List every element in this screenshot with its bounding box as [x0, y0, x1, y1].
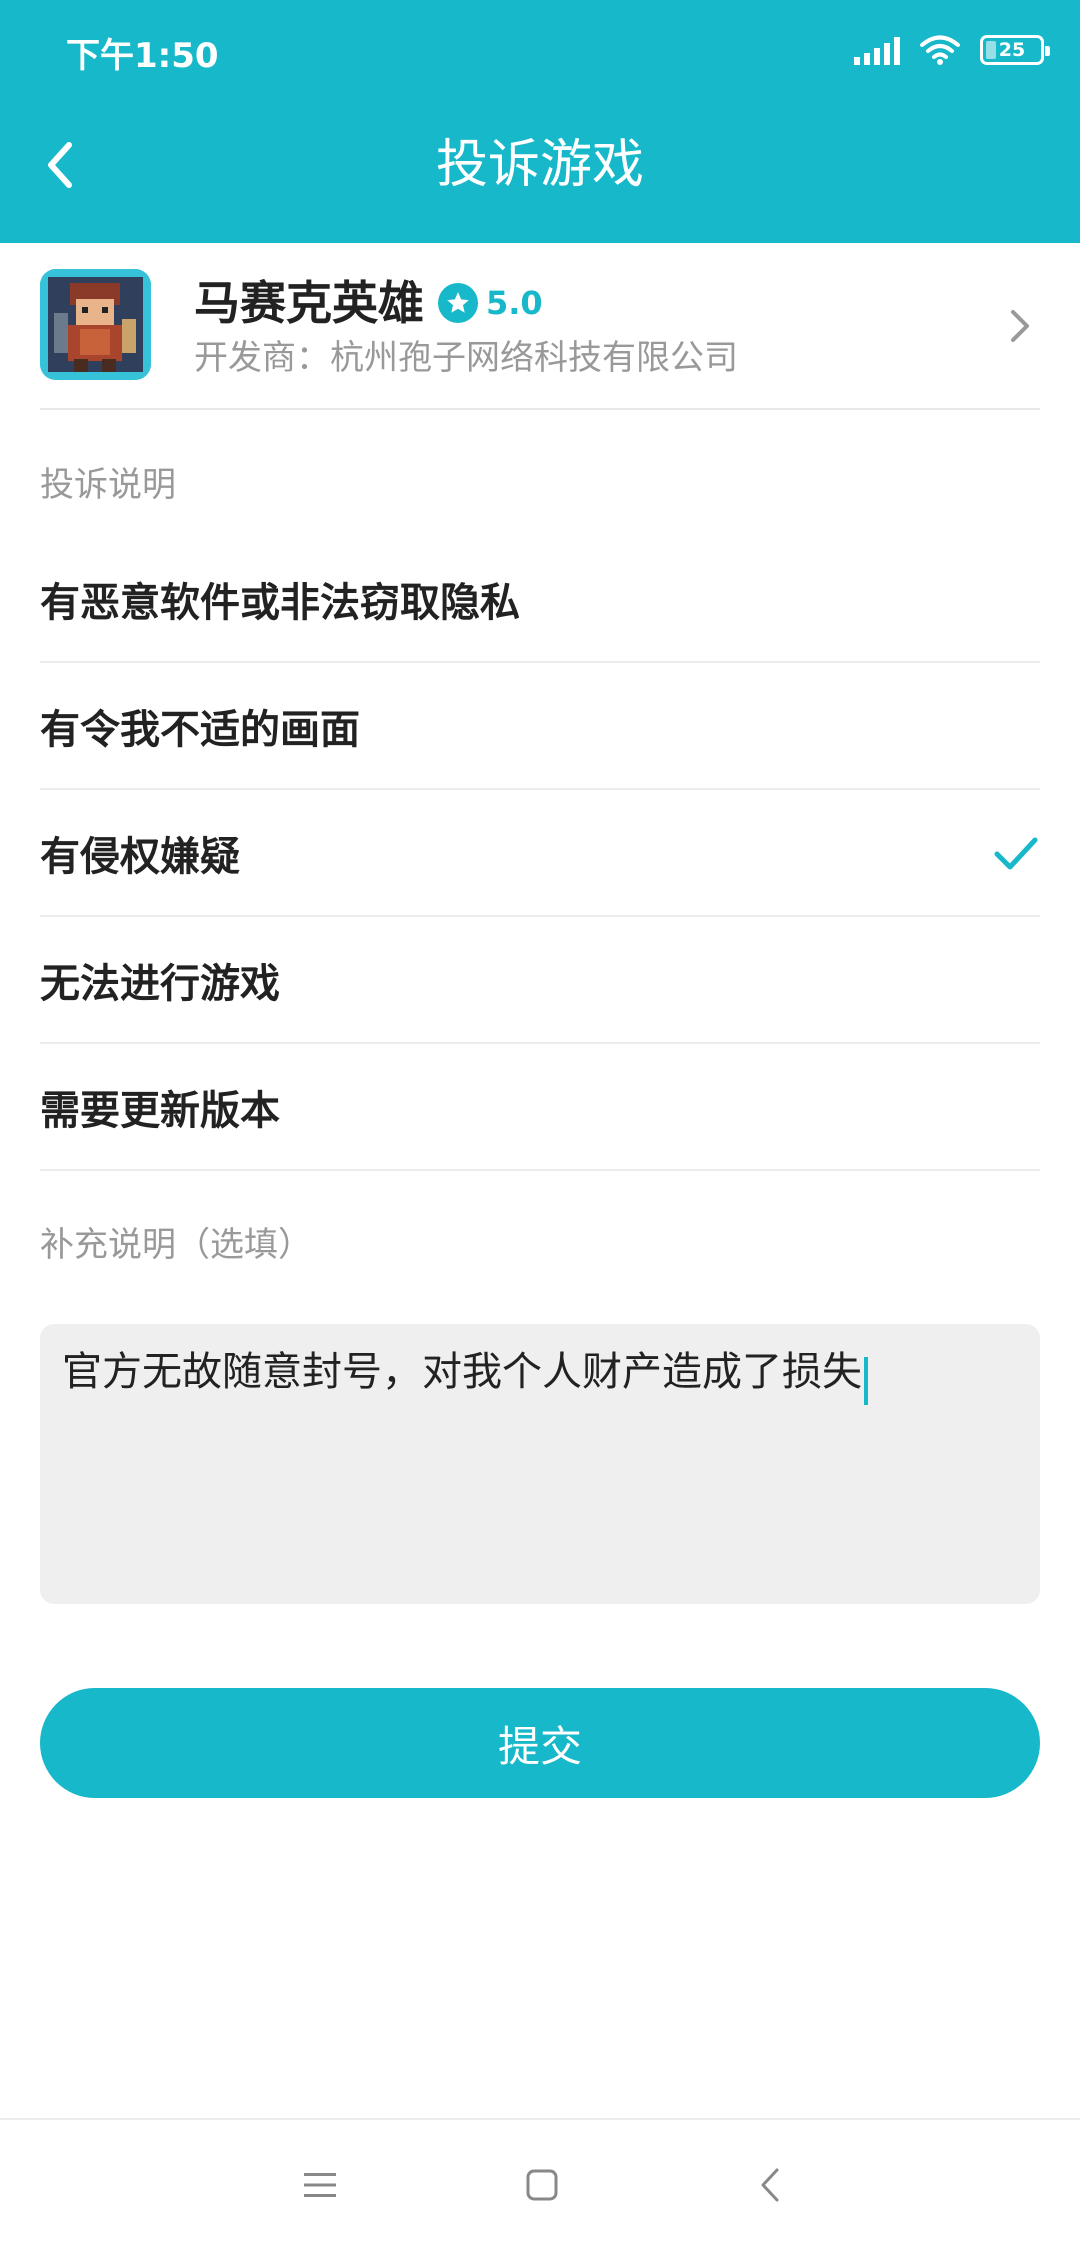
wifi-icon: [920, 35, 960, 65]
game-name: 马赛克英雄: [194, 276, 424, 330]
reason-label: 有侵权嫌疑: [40, 833, 240, 880]
check-icon: [994, 837, 1038, 870]
game-info-card[interactable]: 马赛克英雄 5.0 开发商：杭州孢子网络科技有限公司: [40, 243, 1040, 410]
reason-item-needs-update[interactable]: 需要更新版本: [40, 1044, 1040, 1171]
reason-item-cannot-play[interactable]: 无法进行游戏: [40, 917, 1040, 1044]
chevron-right-icon: [1000, 301, 1040, 351]
reason-label: 无法进行游戏: [40, 960, 280, 1007]
system-back-button[interactable]: [735, 2150, 805, 2220]
supplement-text: 官方无故随意封号，对我个人财产造成了损失: [62, 1349, 862, 1395]
rating-value: 5.0: [486, 284, 543, 322]
complaint-section-label: 投诉说明: [40, 465, 176, 505]
battery-level: 25: [998, 39, 1026, 61]
menu-icon: [304, 2173, 336, 2197]
supplement-textarea[interactable]: 官方无故随意封号，对我个人财产造成了损失: [40, 1324, 1040, 1604]
reason-item-discomfort[interactable]: 有令我不适的画面: [40, 663, 1040, 790]
supplement-section-label: 补充说明（选填）: [40, 1225, 312, 1265]
signal-icon: [854, 35, 900, 65]
status-time: 下午1:50: [66, 36, 219, 76]
system-nav-bar: [0, 2118, 1080, 2248]
reason-item-malware[interactable]: 有恶意软件或非法窃取隐私: [40, 536, 1040, 663]
developer-name: 开发商：杭州孢子网络科技有限公司: [194, 338, 738, 378]
page-title: 投诉游戏: [435, 135, 644, 195]
reason-label: 有令我不适的画面: [40, 706, 360, 753]
text-caret: [864, 1356, 868, 1405]
status-icons: 25: [854, 30, 1050, 70]
game-rating: 5.0: [438, 283, 543, 323]
reason-label: 需要更新版本: [40, 1087, 280, 1134]
star-icon: [438, 283, 478, 323]
menu-button[interactable]: [285, 2150, 355, 2220]
reason-label: 有恶意软件或非法窃取隐私: [40, 579, 520, 626]
home-icon: [526, 2169, 558, 2201]
battery-icon: 25: [980, 35, 1050, 65]
reason-item-infringement[interactable]: 有侵权嫌疑: [40, 790, 1040, 917]
submit-button[interactable]: 提交: [40, 1688, 1040, 1798]
app-header: 下午1:50 25 投诉游戏: [0, 0, 1080, 243]
game-icon: [40, 269, 151, 380]
back-icon: [761, 2168, 779, 2202]
complaint-reason-list: 有恶意软件或非法窃取隐私 有令我不适的画面 有侵权嫌疑 无法进行游戏 需要更新版…: [40, 536, 1040, 1171]
home-button[interactable]: [507, 2150, 577, 2220]
